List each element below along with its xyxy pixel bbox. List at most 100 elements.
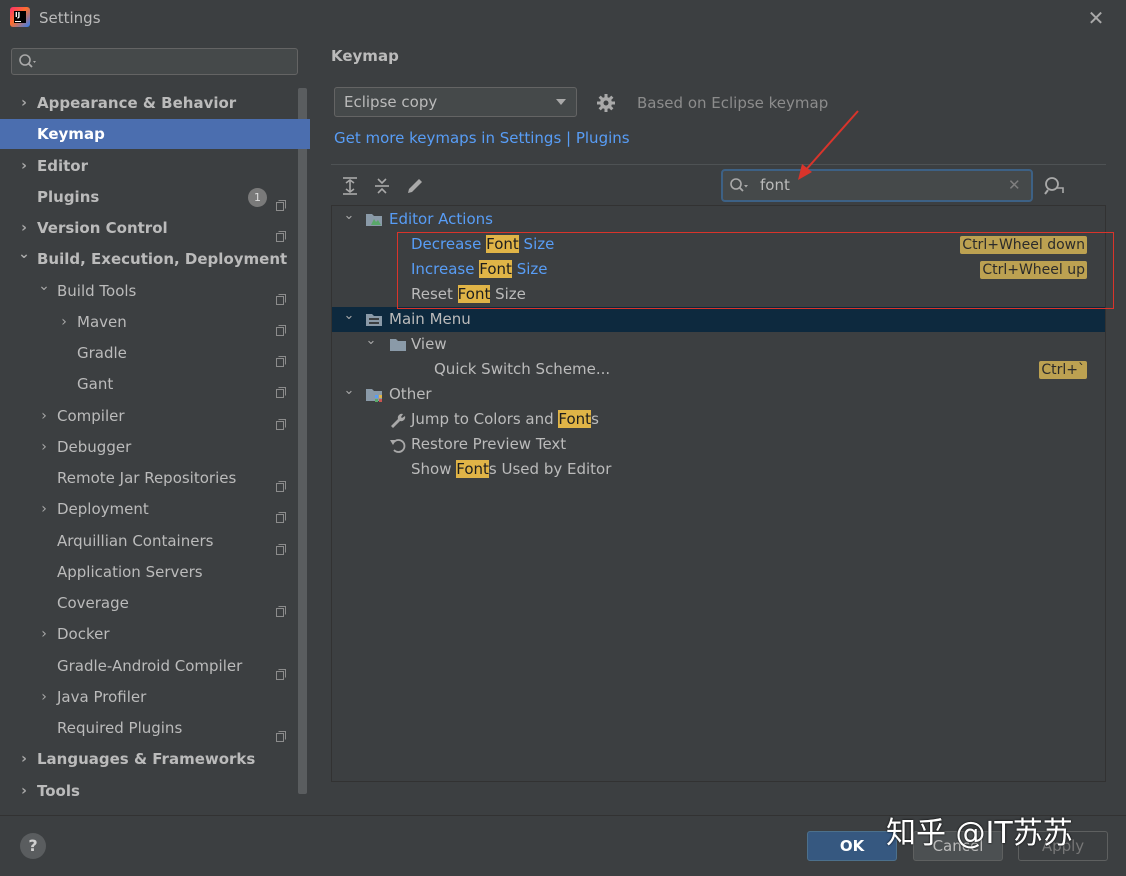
chevron-right-icon[interactable]: ›	[17, 744, 31, 774]
help-button[interactable]: ?	[20, 833, 46, 859]
window-title: Settings	[39, 9, 101, 27]
sidebar-item-label: Gradle	[77, 344, 127, 362]
chevron-right-icon[interactable]: ›	[37, 401, 51, 431]
project-level-icon	[276, 597, 286, 617]
sidebar-item-languages-frameworks[interactable]: › Languages & Frameworks	[0, 744, 310, 774]
action-label: Other	[389, 382, 432, 407]
clear-icon[interactable]: ✕	[1008, 176, 1021, 194]
sidebar-item-editor[interactable]: › Editor	[0, 151, 310, 181]
project-level-icon	[276, 191, 286, 211]
chevron-right-icon[interactable]: ›	[17, 88, 31, 118]
action-label-text: Restore Preview Text	[411, 435, 567, 453]
sidebar-item-required-plugins[interactable]: Required Plugins	[0, 713, 310, 743]
sidebar-item-gradle-android-compiler[interactable]: Gradle-Android Compiler	[0, 651, 310, 681]
sidebar-item-label: Compiler	[57, 406, 125, 425]
sidebar-item-gradle[interactable]: Gradle	[0, 338, 310, 368]
project-level-icon	[276, 378, 286, 399]
sidebar-item-docker[interactable]: › Docker	[0, 619, 310, 649]
chevron-down-icon[interactable]: ⌄	[37, 271, 51, 301]
sidebar-item-label: Arquillian Containers	[57, 531, 214, 550]
sidebar-item-label: Tools	[37, 781, 80, 800]
search-icon	[730, 178, 748, 192]
keymap-filter-input[interactable]: font ✕	[721, 169, 1033, 202]
find-by-shortcut-icon[interactable]	[1042, 174, 1066, 198]
chevron-down-icon[interactable]: ⌄	[17, 239, 31, 269]
chevron-down-icon[interactable]: ⌄	[342, 203, 356, 228]
chevron-right-icon[interactable]: ›	[37, 494, 51, 524]
sidebar-item-label: Java Profiler	[57, 687, 147, 706]
action-label-text: Other	[389, 385, 432, 403]
sidebar-item-label: Appearance & Behavior	[37, 94, 237, 112]
sidebar-item-label: Version Control	[37, 219, 168, 237]
settings-sidebar: › Appearance & Behavior Keymap › Editor Plugi…	[0, 36, 311, 816]
action-label-text: Jump to Colors and	[411, 410, 559, 428]
sidebar-item-remote-jar-repositories[interactable]: Remote Jar Repositories	[0, 463, 310, 493]
sidebar-item-java-profiler[interactable]: › Java Profiler	[0, 682, 310, 712]
sidebar-item-label: Keymap	[37, 125, 105, 144]
chevron-right-icon[interactable]: ›	[37, 432, 51, 462]
project-level-icon	[276, 410, 286, 430]
collapse-all-icon[interactable]	[371, 175, 393, 197]
chevron-right-icon[interactable]: ›	[57, 307, 71, 337]
keymap-action-row[interactable]: Quick Switch Scheme... Ctrl+`	[332, 357, 1105, 382]
expand-all-icon[interactable]	[339, 175, 361, 197]
action-label: Editor Actions	[389, 207, 493, 232]
action-label: Show Fonts Used by Editor	[411, 457, 611, 482]
annotation-highlight-box	[397, 232, 1114, 309]
keymap-action-row[interactable]: ⌄ Editor Actions	[332, 207, 1105, 232]
sidebar-item-debugger[interactable]: › Debugger	[0, 432, 310, 462]
sidebar-item-build-tools[interactable]: ⌄ Build Tools	[0, 276, 310, 306]
settings-search-input[interactable]	[11, 48, 298, 75]
sidebar-item-plugins[interactable]: Plugins 1	[0, 182, 310, 212]
sidebar-item-arquillian-containers[interactable]: Arquillian Containers	[0, 526, 310, 556]
project-level-icon	[276, 722, 286, 742]
sidebar-item-compiler[interactable]: › Compiler	[0, 401, 310, 431]
keymap-action-row[interactable]: ⌄ View	[332, 332, 1105, 357]
chevron-right-icon[interactable]: ›	[37, 682, 51, 712]
action-label: Restore Preview Text	[411, 432, 566, 457]
project-level-icon	[276, 222, 286, 242]
action-label-text: s Used by Editor	[488, 460, 612, 478]
keymap-action-row[interactable]: ⌄ Other	[332, 382, 1105, 407]
gear-icon[interactable]	[596, 93, 616, 113]
chevron-down-icon[interactable]: ⌄	[342, 303, 356, 328]
ok-button[interactable]: OK	[807, 831, 897, 861]
shortcut-badge: Ctrl+`	[1039, 361, 1087, 379]
sidebar-item-tools[interactable]: › Tools	[0, 776, 310, 806]
sidebar-item-deployment[interactable]: › Deployment	[0, 494, 310, 524]
sidebar-item-coverage[interactable]: Coverage	[0, 588, 310, 618]
divider	[331, 164, 1106, 165]
sidebar-item-label: Remote Jar Repositories	[57, 469, 237, 487]
sidebar-item-label: Gradle-Android Compiler	[57, 656, 243, 675]
sidebar-item-version-control[interactable]: › Version Control	[0, 213, 310, 243]
project-level-icon	[276, 660, 286, 680]
keymap-action-row[interactable]: ⌄ Main Menu	[332, 307, 1105, 332]
chevron-right-icon[interactable]: ›	[17, 776, 31, 806]
chevron-down-icon[interactable]: ⌄	[342, 378, 356, 403]
project-level-icon	[276, 472, 286, 492]
sidebar-item-appearance-behavior[interactable]: › Appearance & Behavior	[0, 88, 310, 118]
sidebar-item-keymap[interactable]: Keymap	[0, 119, 310, 150]
keymap-select[interactable]: Eclipse copy	[334, 87, 577, 117]
search-match-highlight: Font	[456, 460, 489, 478]
sidebar-item-gant[interactable]: Gant	[0, 369, 310, 399]
sidebar-item-label: Coverage	[57, 594, 129, 612]
chevron-right-icon[interactable]: ›	[17, 151, 31, 181]
more-keymaps-link[interactable]: Get more keymaps in Settings | Plugins	[334, 129, 630, 147]
sidebar-item-label: Application Servers	[57, 562, 203, 581]
keymap-action-row[interactable]: Show Fonts Used by Editor	[332, 457, 1105, 482]
search-icon	[19, 54, 36, 68]
sidebar-item-application-servers[interactable]: Application Servers	[0, 557, 310, 587]
title-bar: IJ Settings ✕	[0, 0, 1126, 36]
keymap-action-row[interactable]: Jump to Colors and Fonts	[332, 407, 1105, 432]
watermark: 知乎 @IT苏苏	[886, 816, 1073, 851]
edit-icon[interactable]	[404, 175, 426, 197]
chevron-down-icon[interactable]: ⌄	[364, 328, 378, 353]
keymap-filter-value: font	[760, 176, 790, 194]
sidebar-item-maven[interactable]: › Maven	[0, 307, 310, 337]
chevron-right-icon[interactable]: ›	[37, 619, 51, 649]
keymap-action-row[interactable]: Restore Preview Text	[332, 432, 1105, 457]
action-label-text: Editor Actions	[389, 210, 493, 228]
action-label-text: Quick Switch Scheme...	[434, 360, 611, 378]
close-icon[interactable]: ✕	[1084, 6, 1108, 30]
